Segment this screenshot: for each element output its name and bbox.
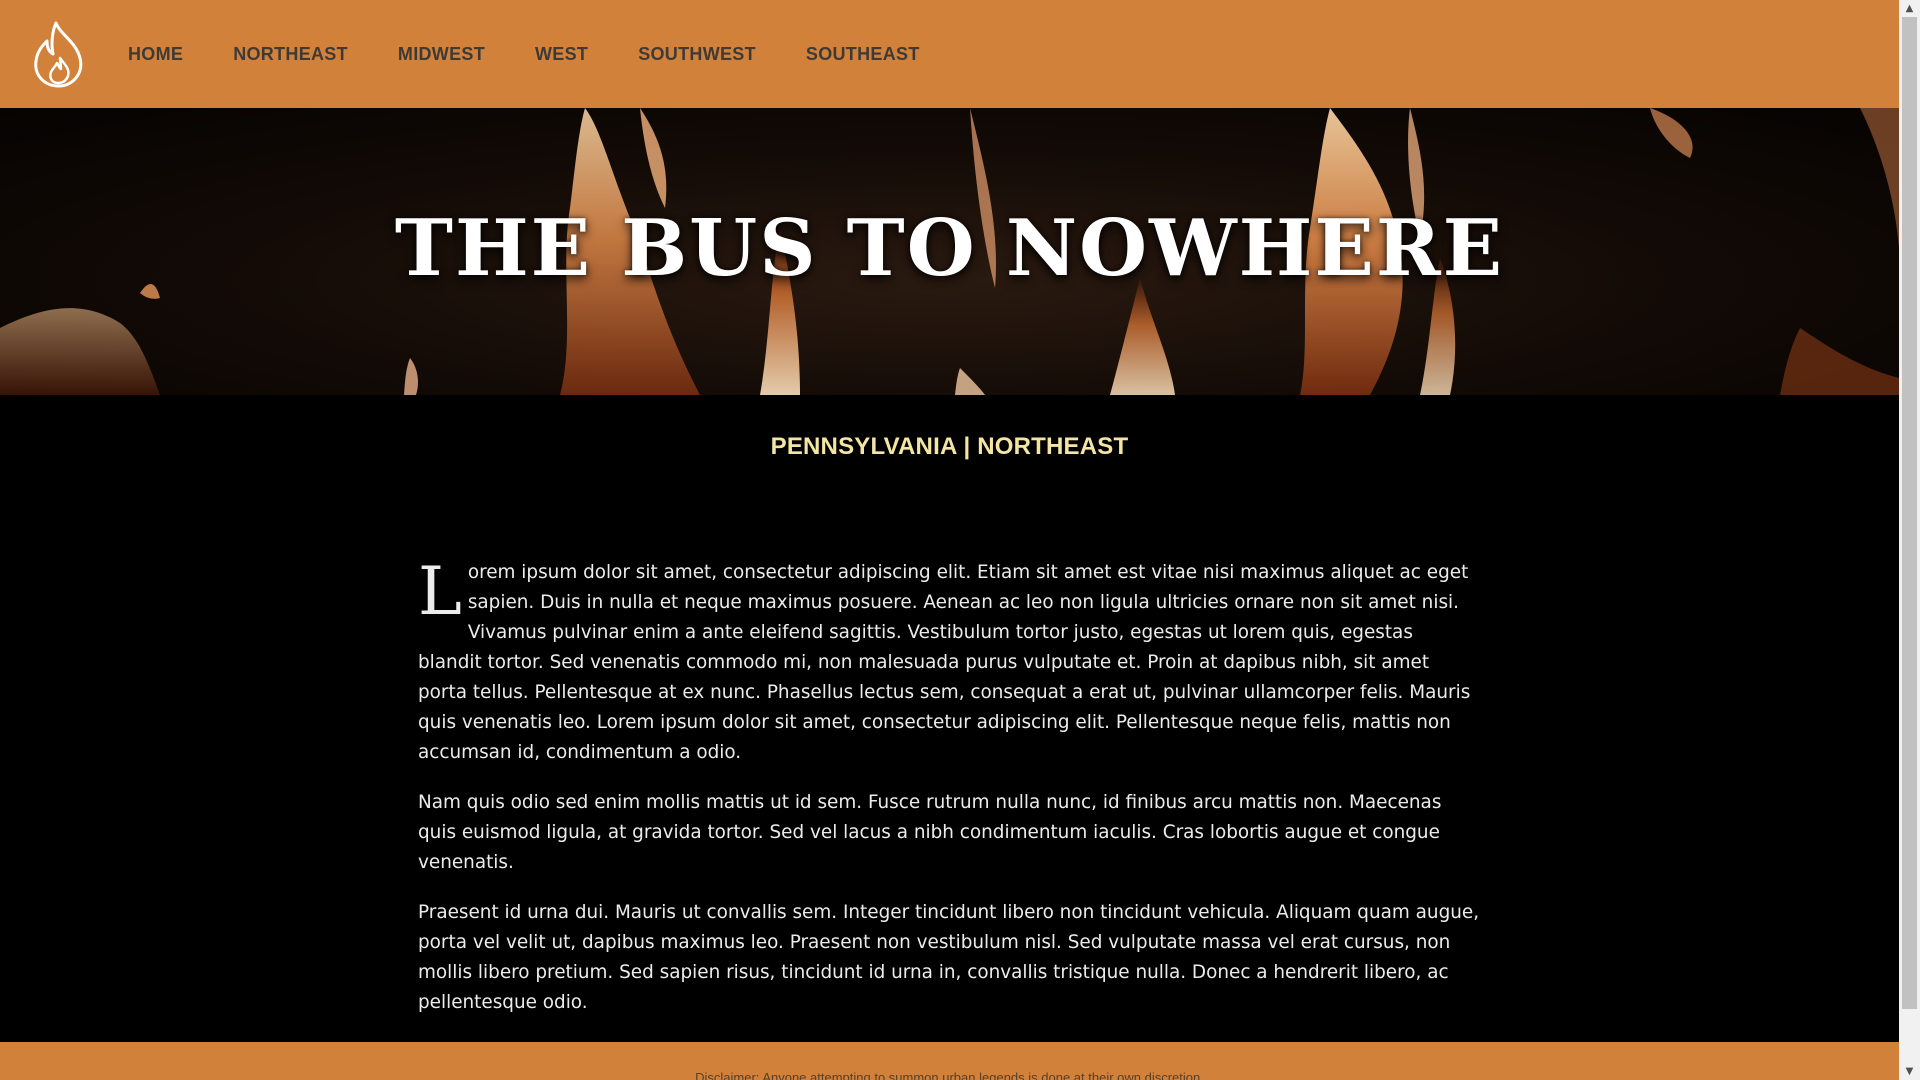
hero-banner: THE BUS TO NOWHERE (0, 108, 1899, 395)
disclaimer-text: Disclaimer: Anyone attempting to summon … (695, 1070, 1204, 1080)
top-navbar: HOME NORTHEAST MIDWEST WEST SOUTHWEST SO… (0, 0, 1899, 108)
nav-southeast-link[interactable]: SOUTHEAST (806, 44, 920, 65)
scrollbar-thumb[interactable] (1902, 17, 1917, 1009)
article-paragraph: Nam quis odio sed enim mollis mattis ut … (418, 792, 1442, 873)
article-paragraph: Praesent id urna dui. Mauris ut convalli… (418, 902, 1480, 1013)
scroll-up-arrow-icon[interactable]: ▲ (1899, 0, 1920, 17)
home-logo-link[interactable] (30, 20, 88, 88)
article-paragraph: Lorem ipsum dolor sit amet, consectetur … (418, 558, 1481, 768)
paragraph-text: orem ipsum dolor sit amet, consectetur a… (418, 562, 1471, 763)
location-subtitle: PENNSYLVANIA | NORTHEAST (770, 433, 1129, 460)
nav-northeast-link[interactable]: NORTHEAST (233, 44, 348, 65)
nav-home-link[interactable]: HOME (128, 44, 183, 65)
article-body: Lorem ipsum dolor sit amet, consectetur … (418, 558, 1481, 1038)
nav-west-link[interactable]: WEST (535, 44, 588, 65)
page-title: THE BUS TO NOWHERE (394, 203, 1505, 294)
drop-cap: L (418, 553, 462, 630)
nav-southwest-link[interactable]: SOUTHWEST (638, 44, 756, 65)
article-section: PENNSYLVANIA | NORTHEAST Lorem ipsum dol… (0, 395, 1899, 1042)
nav-midwest-link[interactable]: MIDWEST (398, 44, 485, 65)
main-nav: HOME NORTHEAST MIDWEST WEST SOUTHWEST SO… (128, 0, 970, 108)
page-footer: Disclaimer: Anyone attempting to summon … (0, 1042, 1899, 1080)
vertical-scrollbar[interactable]: ▲ ▼ (1899, 0, 1920, 1080)
scroll-down-arrow-icon[interactable]: ▼ (1899, 1063, 1920, 1080)
flame-icon (34, 21, 83, 88)
